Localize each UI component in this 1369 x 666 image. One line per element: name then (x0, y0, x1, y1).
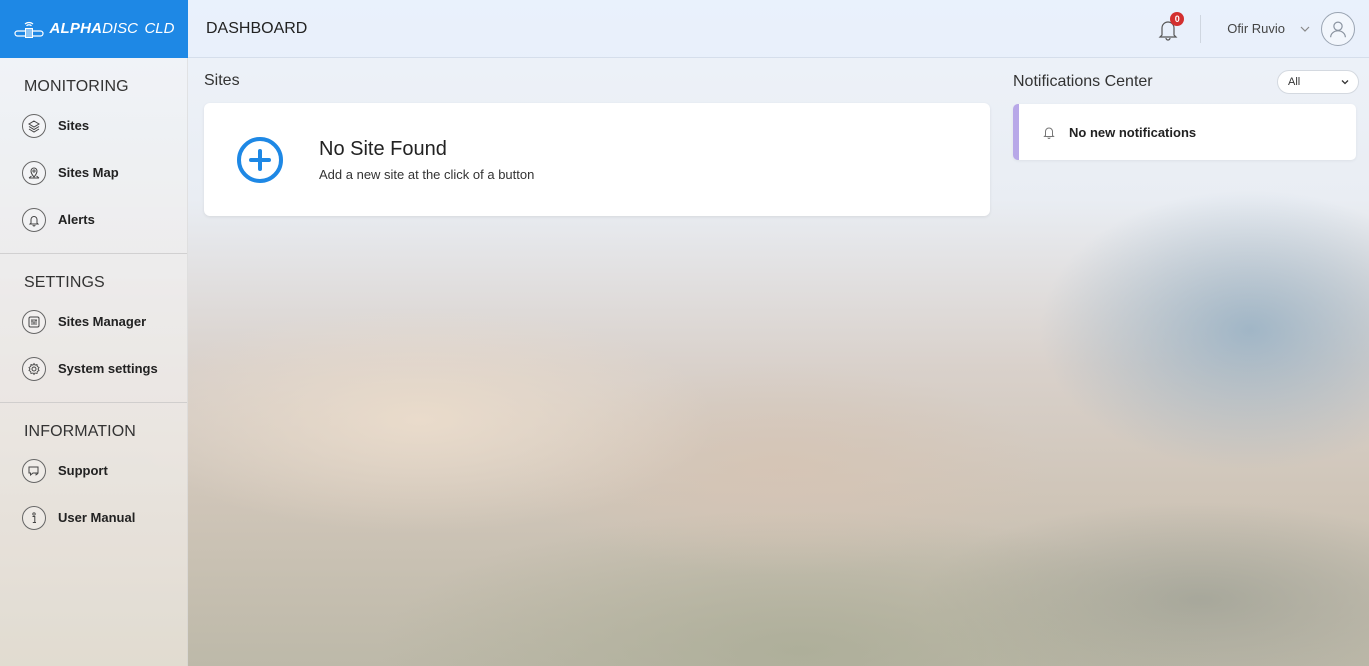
sidebar-item-label: User Manual (58, 510, 136, 525)
brand-logo[interactable]: ALPHADISC CLD (0, 0, 188, 58)
notifications-button[interactable]: 0 (1154, 11, 1185, 43)
sites-heading: Sites (204, 72, 240, 89)
notification-count-badge: 0 (1170, 11, 1185, 26)
sidebar-item-label: Sites Manager (58, 314, 147, 329)
sidebar-item-label: Sites Map (58, 165, 119, 180)
bell-icon (22, 207, 46, 232)
sidebar-section-monitoring: MONITORING Sites Sites Map Alerts (0, 58, 187, 254)
avatar[interactable] (1321, 11, 1355, 46)
sidebar: MONITORING Sites Sites Map Alerts SETTIN… (0, 58, 188, 666)
sidebar-item-support[interactable]: Support (0, 447, 187, 494)
sidebar-item-label: Support (58, 463, 108, 478)
notification-filter-select[interactable]: All (1277, 70, 1359, 94)
user-name[interactable]: Ofir Ruvio (1227, 21, 1285, 36)
sidebar-item-label: Sites (58, 118, 90, 133)
sidebar-item-sites-map[interactable]: Sites Map (0, 149, 187, 196)
map-pin-icon (22, 160, 46, 185)
header-actions: 0 Ofir Ruvio (1154, 0, 1369, 58)
sidebar-item-user-manual[interactable]: User Manual (0, 494, 187, 541)
header-divider (1200, 14, 1202, 43)
section-title: SETTINGS (24, 274, 105, 291)
empty-state-text: No Site Found Add a new site at the clic… (319, 138, 534, 182)
layers-icon (22, 113, 46, 138)
sidebar-item-label: System settings (58, 361, 158, 376)
section-title: INFORMATION (24, 423, 136, 440)
section-title: MONITORING (24, 78, 129, 95)
brand-name: ALPHADISC CLD (50, 20, 175, 38)
gear-icon (22, 356, 46, 381)
page-title: DASHBOARD (206, 19, 308, 37)
add-site-button[interactable] (237, 136, 283, 183)
notification-empty-message: No new notifications (1069, 124, 1197, 140)
chevron-down-icon (1341, 80, 1349, 85)
top-bar: ALPHADISC CLD DASHBOARD 0 Ofir Ruvio (0, 0, 1369, 58)
sidebar-item-alerts[interactable]: Alerts (0, 196, 187, 243)
sidebar-item-sites-manager[interactable]: Sites Manager (0, 298, 187, 345)
bell-icon (1043, 127, 1055, 139)
sidebar-item-sites[interactable]: Sites (0, 102, 187, 149)
sidebar-section-settings: SETTINGS Sites Manager System settings (0, 254, 187, 403)
sliders-icon (22, 309, 46, 334)
sidebar-section-information: INFORMATION Support User Manual (0, 403, 187, 551)
info-icon (22, 505, 46, 530)
alphadisc-logo-icon (13, 21, 44, 38)
no-site-card: No Site Found Add a new site at the clic… (204, 103, 990, 216)
sidebar-item-label: Alerts (58, 212, 95, 227)
notification-empty-card: No new notifications (1013, 104, 1356, 160)
brand-name-mid: DISC (102, 19, 139, 37)
notifications-heading: Notifications Center (1013, 73, 1153, 90)
chevron-down-icon[interactable] (1299, 23, 1311, 35)
sidebar-item-system-settings[interactable]: System settings (0, 345, 187, 392)
filter-value: All (1288, 76, 1301, 88)
brand-name-bold: ALPHA (49, 19, 103, 37)
chat-icon (22, 458, 46, 483)
brand-name-light: CLD (144, 19, 175, 37)
empty-state-subtitle: Add a new site at the click of a button (319, 166, 535, 182)
empty-state-title: No Site Found (319, 137, 447, 160)
user-icon (1330, 21, 1346, 37)
